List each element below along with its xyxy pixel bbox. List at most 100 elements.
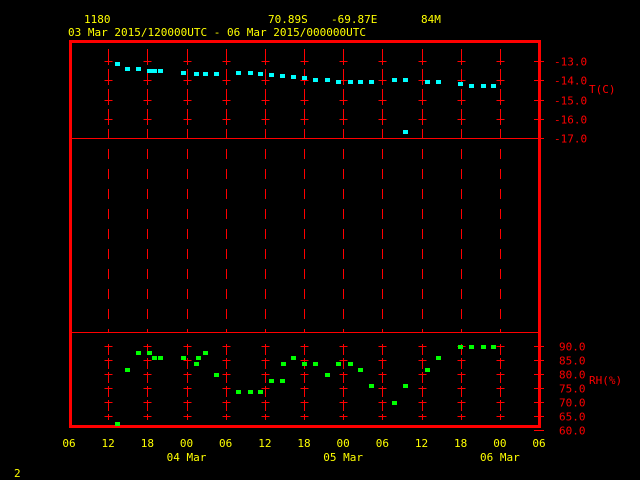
rh-point	[236, 390, 241, 394]
rh-point	[425, 368, 430, 372]
rh-point	[291, 356, 296, 360]
temperature-point	[302, 76, 307, 80]
temperature-point	[436, 80, 441, 84]
temperature-point	[258, 72, 263, 76]
rh-point	[115, 422, 120, 426]
x-tick-label: 12	[415, 437, 428, 450]
x-tick-label: 00	[180, 437, 193, 450]
rh-point	[348, 362, 353, 366]
rh-point	[281, 362, 286, 366]
rh-point	[336, 362, 341, 366]
rh-axis-label: 70.0	[559, 397, 586, 410]
rh-point	[214, 373, 219, 377]
x-tick-label: 18	[297, 437, 310, 450]
rh-point	[313, 362, 318, 366]
rh-axis-title: RH(%)	[589, 374, 622, 387]
rh-point	[147, 351, 152, 355]
temperature-point	[158, 69, 163, 73]
x-tick-label: 12	[258, 437, 271, 450]
t-axis-label: -15.0	[554, 95, 587, 108]
x-tick-label: 18	[454, 437, 467, 450]
x-tick-label: 18	[141, 437, 154, 450]
rh-point	[269, 379, 274, 383]
temperature-point	[403, 78, 408, 82]
time-range: 03 Mar 2015/120000UTC - 06 Mar 2015/0000…	[68, 26, 366, 39]
header: 1180 70.89S -69.87E 84M 03 Mar 2015/1200…	[68, 13, 441, 39]
rh-point	[196, 356, 201, 360]
temperature-series	[115, 62, 496, 134]
rh-point	[436, 356, 441, 360]
x-tick-label: 06	[532, 437, 545, 450]
temperature-point	[481, 84, 486, 88]
temperature-point	[115, 62, 120, 66]
rh-point	[358, 368, 363, 372]
x-tick-label: 06	[376, 437, 389, 450]
temperature-point	[458, 82, 463, 86]
rh-point	[403, 384, 408, 388]
temperature-point	[136, 67, 141, 71]
rh-point	[258, 390, 263, 394]
temperature-point	[269, 73, 274, 77]
temperature-point	[392, 78, 397, 82]
temperature-point	[369, 80, 374, 84]
temperature-point	[291, 75, 296, 79]
longitude: -69.87E	[331, 13, 377, 26]
meteogram: 1180 70.89S -69.87E 84M 03 Mar 2015/1200…	[14, 13, 622, 480]
t-axis-title: T(C)	[589, 83, 616, 96]
rh-point	[392, 401, 397, 405]
rh-point	[203, 351, 208, 355]
rh-axis-label: 80.0	[559, 369, 586, 382]
rh-point	[125, 368, 130, 372]
rh-axis-label: 65.0	[559, 411, 586, 424]
rh-axis-label: 60.0	[559, 425, 586, 438]
rh-axis-label: 75.0	[559, 383, 586, 396]
rh-point	[136, 351, 141, 355]
latitude: 70.89S	[268, 13, 308, 26]
t-axis-label: -14.0	[554, 75, 587, 88]
temperature-point	[203, 72, 208, 76]
temperature-point	[214, 72, 219, 76]
rh-point	[194, 362, 199, 366]
temperature-point	[469, 84, 474, 88]
temperature-point	[152, 69, 157, 73]
temperature-point	[313, 78, 318, 82]
rh-point	[458, 345, 463, 349]
temperature-point	[236, 71, 241, 75]
rh-point	[152, 356, 157, 360]
temperature-point	[181, 71, 186, 75]
rh-axis-label: 90.0	[559, 341, 586, 354]
x-tick-label: 12	[102, 437, 115, 450]
rh-point	[181, 356, 186, 360]
temperature-point	[125, 67, 130, 71]
station-id: 1180	[84, 13, 111, 26]
elevation: 84M	[421, 13, 441, 26]
t-axis-label: -13.0	[554, 56, 587, 69]
rh-axis-label: 85.0	[559, 355, 586, 368]
rh-point	[369, 384, 374, 388]
x-date-label: 06 Mar	[480, 451, 520, 464]
temperature-point	[248, 71, 253, 75]
frame-number: 2	[14, 467, 21, 480]
temperature-point	[336, 80, 341, 84]
rh-point	[325, 373, 330, 377]
rh-point	[248, 390, 253, 394]
temperature-point	[280, 74, 285, 78]
rh-point	[491, 345, 496, 349]
t-axis-label: -17.0	[554, 133, 587, 146]
rh-series	[115, 345, 496, 426]
temperature-point	[325, 78, 330, 82]
x-tick-label: 00	[337, 437, 350, 450]
temperature-point	[491, 84, 496, 88]
rh-point	[158, 356, 163, 360]
temperature-point	[403, 130, 408, 134]
x-tick-label: 06	[219, 437, 232, 450]
rh-point	[302, 362, 307, 366]
temperature-point	[194, 72, 199, 76]
rh-point	[481, 345, 486, 349]
x-date-label: 05 Mar	[323, 451, 363, 464]
x-tick-label: 06	[62, 437, 75, 450]
temperature-point	[147, 69, 152, 73]
temperature-point	[358, 80, 363, 84]
temperature-point	[425, 80, 430, 84]
x-date-label: 04 Mar	[167, 451, 207, 464]
